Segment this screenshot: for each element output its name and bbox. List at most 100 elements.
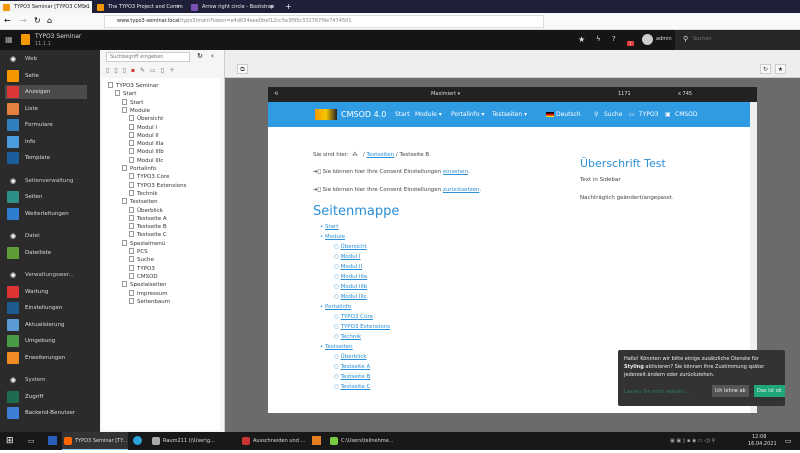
clock-date[interactable]: 16.04.2021 <box>748 435 777 453</box>
typo3-logo-icon[interactable] <box>21 34 30 45</box>
close-icon[interactable]: ✕ <box>84 1 88 13</box>
tree-node[interactable]: Modul II <box>129 131 159 140</box>
sitemap-link[interactable]: Modul II <box>341 264 363 270</box>
sitemap-link[interactable]: TYPO3 Extensions <box>341 324 390 330</box>
tree-node[interactable]: Überblick <box>129 206 163 215</box>
module-group[interactable]: ◉ Seitenverwaltung <box>5 174 87 188</box>
browser-tab[interactable]: TYPO3 Seminar [TYPO3 CMS 1 ✕ <box>0 1 92 13</box>
nav-item[interactable]: Start <box>395 102 410 127</box>
tree-node[interactable]: Testseite A <box>129 214 167 223</box>
tree-node[interactable]: Testseite C <box>129 231 167 239</box>
tree-node[interactable]: Start <box>115 90 136 98</box>
tree-node[interactable]: Übersicht <box>129 115 163 123</box>
tree-node[interactable]: Testseiten <box>122 198 158 206</box>
search-input[interactable]: Suchen <box>693 36 712 42</box>
tree-node[interactable]: Testseite B <box>129 223 220 232</box>
tree-node[interactable]: Modul IIIc <box>129 156 163 165</box>
site-logo-icon[interactable] <box>315 109 337 120</box>
sitemap-link[interactable]: Testseiten <box>325 344 353 350</box>
tree-node[interactable]: Modul IIIb <box>129 148 164 156</box>
reload-button[interactable]: ↻ <box>760 64 771 74</box>
user-name[interactable]: admin <box>656 36 672 42</box>
tree-node[interactable]: Module <box>122 106 150 115</box>
tree-node[interactable]: TYPO3 <box>129 264 155 273</box>
module-menu-toggle-icon[interactable]: ▦ <box>5 35 13 44</box>
taskbar-item[interactable]: C:\Users\teilnehme... <box>328 432 394 450</box>
help-icon[interactable]: ? <box>612 35 616 43</box>
sitemap-link[interactable]: Module <box>325 234 345 240</box>
sitemap-link[interactable]: Modul IIIc <box>341 294 367 300</box>
tree-node[interactable]: TYPO3 Seminar <box>108 82 159 90</box>
tree-toolbar[interactable]: ▯▯▯▪✎▭▯＋ <box>106 65 180 74</box>
module-item[interactable]: Erweiterungen <box>5 351 87 365</box>
home-icon[interactable]: ⌂ <box>47 16 52 25</box>
bookmark-star-icon[interactable]: ★ <box>578 35 585 44</box>
sitemap-link[interactable]: Modul IIIb <box>341 284 368 290</box>
tree-node[interactable]: Spezialseiten <box>122 281 166 289</box>
sitemap-link[interactable]: Start <box>325 224 338 230</box>
app-icon[interactable] <box>312 436 321 445</box>
bookmark-button[interactable]: ★ <box>775 64 786 74</box>
module-item[interactable]: Backend-Benutzer <box>5 406 87 420</box>
nav-item[interactable]: Testseiten ▾ <box>492 102 527 127</box>
refresh-icon[interactable]: ↻ <box>197 52 203 60</box>
consent-reset-link[interactable]: zurücksetzen <box>443 187 480 193</box>
cmsod-link[interactable]: CMSOD <box>675 102 698 127</box>
module-group[interactable]: ◉ Web <box>5 52 87 66</box>
module-item[interactable]: Weiterleitungen <box>5 207 87 221</box>
module-item[interactable]: Anzeigen <box>5 85 87 99</box>
tree-node[interactable]: Technik <box>129 189 158 198</box>
module-group[interactable]: ◉ Datei <box>5 229 87 243</box>
tree-node[interactable]: Impressum <box>129 289 168 298</box>
new-tab-button[interactable]: + <box>282 1 296 13</box>
cookie-choose-link[interactable]: Lassen Sie mich wählen... <box>624 388 689 396</box>
sitemap-link[interactable]: Testseite B <box>341 374 371 380</box>
module-item[interactable]: Umgebung <box>5 334 87 348</box>
sitemap-link[interactable]: Portalinfo <box>325 304 351 310</box>
module-item[interactable]: Zugriff <box>5 390 87 404</box>
site-brand[interactable]: CMSOD 4.0 <box>341 102 386 127</box>
nav-item[interactable]: Module ▾ <box>415 102 442 127</box>
tree-node[interactable]: Modul I <box>129 123 157 132</box>
sitemap-link[interactable]: Modul IIIa <box>341 274 368 280</box>
notification-badge[interactable]: 1 <box>627 41 634 46</box>
tree-node[interactable]: Modul IIIa <box>129 140 164 148</box>
cookie-decline-button[interactable]: Ich lehne ab <box>712 385 749 397</box>
browser-tab[interactable]: The TYPO3 Project and Comm ✕ <box>94 1 184 13</box>
collapse-icon[interactable]: ‹ <box>211 52 214 60</box>
url-input[interactable]: www.typo3-seminar.local/typo3/main?token… <box>104 15 544 28</box>
module-group[interactable]: ◉ Verwaltungswer... <box>5 268 87 282</box>
consent-view-link[interactable]: einsehen <box>443 169 468 175</box>
close-icon[interactable]: ✕ <box>270 1 274 13</box>
taskbar-item[interactable]: Ausschneiden und ... <box>240 432 306 450</box>
browser-tab[interactable]: Arrow right circle - Bootstrap ✕ <box>188 1 278 13</box>
sitemap-link[interactable]: Modul I <box>341 254 361 260</box>
tree-node[interactable]: Spezialmenü <box>122 239 165 248</box>
module-item[interactable]: Template <box>5 151 87 165</box>
cookie-accept-button[interactable]: Das ist ok <box>754 385 785 397</box>
preview-height[interactable]: x 745 <box>678 87 692 102</box>
nav-item[interactable]: Portalinfo ▾ <box>451 102 484 127</box>
taskbar-item[interactable]: Raum211 (\\User\g... <box>150 432 216 450</box>
module-item[interactable]: Seiten <box>5 190 87 204</box>
tree-node[interactable]: Start <box>122 98 143 107</box>
module-item[interactable]: Wartung <box>5 285 87 299</box>
module-item[interactable]: Einstellungen <box>5 301 87 315</box>
sitemap-link[interactable]: TYPO3 Core <box>341 314 373 320</box>
module-item[interactable]: Info <box>5 135 87 149</box>
breadcrumb-link[interactable]: Testseiten <box>367 152 395 158</box>
task-view-icon[interactable]: ▭ <box>28 432 35 450</box>
tree-node[interactable]: CMSOD <box>129 272 158 281</box>
avatar[interactable] <box>642 34 653 45</box>
module-item[interactable]: Liste <box>5 102 87 116</box>
tree-node[interactable]: TYPO3 Core <box>129 173 169 181</box>
tree-search-input[interactable]: Suchbegriff eingeben <box>106 52 190 62</box>
sitemap-link[interactable]: Übersicht <box>341 244 367 250</box>
sitemap-link[interactable]: Technik <box>341 334 362 340</box>
close-icon[interactable]: ✕ <box>176 1 180 13</box>
sitemap-link[interactable]: Testseite A <box>341 364 371 370</box>
powershell-icon[interactable] <box>48 436 57 445</box>
forward-icon[interactable]: → <box>20 16 27 25</box>
module-group[interactable]: ◉ System <box>5 373 87 387</box>
module-item[interactable]: Seite <box>5 69 87 83</box>
